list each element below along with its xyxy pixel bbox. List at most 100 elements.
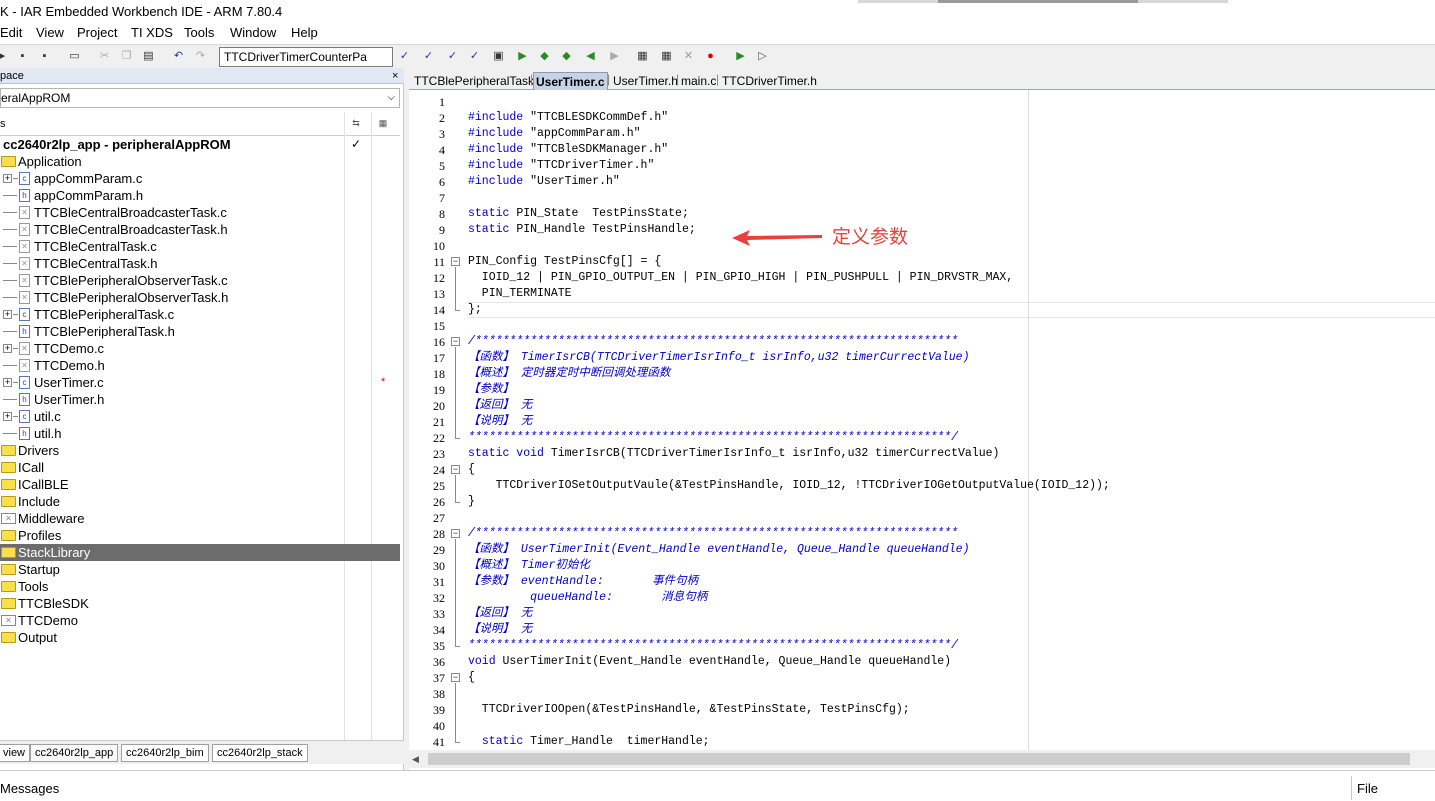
tab-ttcdrivertimer-h[interactable]: TTCDriverTimer.h (722, 72, 817, 90)
code-line[interactable]: 【概述】 定时器定时中断回调处理函数 (468, 366, 670, 382)
code-line[interactable]: #include "TTCDriverTimer.h" (468, 158, 654, 174)
replace-icon[interactable]: ✓ (466, 48, 483, 65)
fold-collapse-icon[interactable]: − (451, 673, 460, 682)
code-line[interactable]: PIN_TERMINATE (468, 286, 572, 302)
redo-icon[interactable]: ↷ (192, 48, 209, 65)
copy-icon[interactable]: ❐ (118, 48, 135, 65)
tree-folder[interactable]: ✕ Middleware (0, 510, 400, 527)
code-line[interactable]: ****************************************… (468, 430, 958, 446)
bookmark-prev-icon[interactable]: ◆ (536, 48, 553, 65)
tab-cc2640r2lp-bim[interactable]: cc2640r2lp_bim (121, 744, 209, 762)
tree-folder[interactable]: Output (0, 629, 400, 646)
tab-usertimer-c[interactable]: UserTimer.c (533, 72, 608, 90)
tree-file[interactable]: ✕ TTCBlePeripheralObserverTask.h (0, 289, 400, 306)
tree-folder[interactable]: Tools (0, 578, 400, 595)
code-line[interactable]: /***************************************… (468, 334, 958, 350)
download-debug-icon[interactable]: ▶ (732, 48, 749, 65)
options-column-icon[interactable]: ▦ (375, 116, 391, 130)
debug-no-download-icon[interactable]: ▷ (754, 48, 771, 65)
code-line[interactable]: #include "UserTimer.h" (468, 174, 620, 190)
code-line[interactable]: /***************************************… (468, 526, 958, 542)
code-line[interactable]: IOID_12 | PIN_GPIO_OUTPUT_EN | PIN_GPIO_… (468, 270, 1013, 286)
code-line[interactable]: static void TimerIsrCB(TTCDriverTimerIsr… (468, 446, 999, 462)
tab-cc2640r2lp-stack[interactable]: cc2640r2lp_stack (212, 744, 308, 762)
expand-icon[interactable]: + (3, 378, 12, 387)
configuration-select[interactable]: eralAppROM ⌵ (0, 88, 400, 108)
cut-icon[interactable]: ✂ (96, 48, 113, 65)
paste-icon[interactable]: ▤ (140, 48, 157, 65)
tree-folder[interactable]: Drivers (0, 442, 400, 459)
bookmark-toggle-icon[interactable]: ▶ (514, 48, 531, 65)
code-line[interactable]: { (468, 670, 475, 686)
tree-folder[interactable]: Include (0, 493, 400, 510)
code-line[interactable]: void UserTimerInit(Event_Handle eventHan… (468, 654, 951, 670)
tree-file[interactable]: ✕ TTCBleCentralTask.c (0, 238, 400, 255)
menu-edit[interactable]: Edit (0, 25, 22, 40)
code-line[interactable]: { (468, 462, 475, 478)
code-line[interactable]: 【概述】 Timer初始化 (468, 558, 590, 574)
code-line[interactable]: PIN_Config TestPinsCfg[] = { (468, 254, 661, 270)
tab-ttcbleperipheraltask-c[interactable]: TTCBlePeripheralTask.c (414, 72, 543, 90)
code-line[interactable]: #include "TTCBleSDKManager.h" (468, 142, 668, 158)
menu-window[interactable]: Window (230, 25, 276, 40)
fold-collapse-icon[interactable]: − (451, 337, 460, 346)
tree-folder[interactable]: Profiles (0, 527, 400, 544)
code-line[interactable]: queueHandle: 消息句柄 (468, 590, 707, 606)
code-line[interactable]: 【返回】 无 (468, 606, 532, 622)
code-line[interactable]: TTCDriverIOSetOutputVaule(&TestPinsHandl… (468, 478, 1110, 494)
code-line[interactable]: }; (468, 302, 482, 318)
stop-build-icon[interactable]: ✕ (680, 48, 697, 65)
code-line[interactable]: } (468, 494, 475, 510)
files-column-header[interactable]: s (0, 118, 6, 130)
find-combo[interactable]: TTCDriverTimerCounterPa (219, 47, 393, 67)
undo-icon[interactable]: ↶ (170, 48, 187, 65)
code-line[interactable]: TTCDriverIOOpen(&TestPinsHandle, &TestPi… (468, 702, 910, 718)
save-all-icon[interactable]: ▪ (36, 48, 53, 65)
menu-project[interactable]: Project (77, 25, 117, 40)
code-line[interactable]: static PIN_State TestPinsState; (468, 206, 689, 222)
project-root[interactable]: cc2640r2lp_app - peripheralAppROM ✓ (0, 136, 400, 153)
close-icon[interactable]: × (392, 68, 404, 84)
tab-cc2640r2lp-app[interactable]: cc2640r2lp_app (30, 744, 119, 762)
chevron-down-icon[interactable]: ⌵ (387, 89, 395, 107)
find-dropdown-icon[interactable]: ✓ (396, 48, 413, 65)
code-line[interactable]: ****************************************… (468, 638, 958, 654)
tree-file[interactable]: + c TTCBlePeripheralTask.c (0, 306, 400, 323)
code-line[interactable]: 【函数】 TimerIsrCB(TTCDriverTimerIsrInfo_t … (468, 350, 969, 366)
scrollbar-thumb[interactable] (428, 753, 1410, 765)
code-line[interactable]: #include "appCommParam.h" (468, 126, 641, 142)
navigate-back-icon[interactable]: ◀ (582, 48, 599, 65)
expand-icon[interactable]: + (3, 412, 12, 421)
tab-overview[interactable]: view (0, 744, 31, 762)
tree-folder[interactable]: TTCBleSDK (0, 595, 400, 612)
menu-ti-xds[interactable]: TI XDS (131, 25, 173, 40)
menu-tools[interactable]: Tools (184, 25, 214, 40)
code-line[interactable]: static Timer_Handle timerHandle; (468, 734, 710, 750)
save-icon[interactable]: ▪ (14, 48, 31, 65)
code-line[interactable]: 【参数】 eventHandle: 事件句柄 (468, 574, 698, 590)
code-line[interactable]: 【返回】 无 (468, 398, 532, 414)
code-line[interactable]: 【函数】 UserTimerInit(Event_Handle eventHan… (468, 542, 969, 558)
tree-file[interactable]: + c util.c (0, 408, 400, 425)
tree-file[interactable]: ✕ TTCBleCentralBroadcasterTask.h (0, 221, 400, 238)
code-line[interactable]: 【说明】 无 (468, 622, 532, 638)
expand-icon[interactable]: + (3, 310, 12, 319)
navigate-forward-icon[interactable]: ▶ (606, 48, 623, 65)
tree-folder[interactable]: ✕ TTCDemo (0, 612, 400, 629)
tree-file[interactable]: h TTCBlePeripheralTask.h (0, 323, 400, 340)
fold-collapse-icon[interactable]: − (451, 465, 460, 474)
code-line[interactable]: 【说明】 无 (468, 414, 532, 430)
code-line[interactable]: static PIN_Handle TestPinsHandle; (468, 222, 696, 238)
print-icon[interactable]: ▭ (66, 48, 83, 65)
tree-file[interactable]: + ✕ TTCDemo.c (0, 340, 400, 357)
tab-usertimer-h[interactable]: UserTimer.h (613, 72, 678, 90)
code-line[interactable]: #include "TTCBLESDKCommDef.h" (468, 110, 668, 126)
tree-folder[interactable]: ICall (0, 459, 400, 476)
fold-collapse-icon[interactable]: − (451, 529, 460, 538)
open-icon[interactable]: ▸ (0, 48, 11, 65)
find-next-icon[interactable]: ✓ (420, 48, 437, 65)
tree-file[interactable]: h appCommParam.h (0, 187, 400, 204)
find-prev-icon[interactable]: ✓ (444, 48, 461, 65)
make-icon[interactable]: ▦ (658, 48, 675, 65)
tree-folder[interactable]: ICallBLE (0, 476, 400, 493)
